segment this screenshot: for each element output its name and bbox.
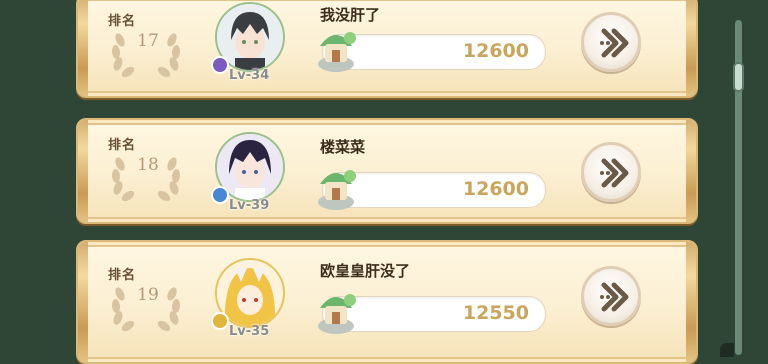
element-badge-icon [211,312,229,330]
rank-number: 19 [137,285,159,305]
rank-number: 17 [137,31,159,51]
view-profile-button[interactable] [581,142,641,202]
double-chevron-right-icon [600,282,629,312]
house-score-icon [318,294,356,334]
rank-row: 排名 17 Lv-34 我没肝了 12600 [76,0,698,98]
element-badge-icon [211,56,229,74]
rank-number: 18 [137,155,159,175]
score-value: 12600 [462,40,529,62]
player-level: Lv-34 [229,68,270,83]
house-score-icon [318,170,356,210]
player-level: Lv-39 [229,198,270,213]
view-profile-button[interactable] [581,266,641,326]
element-badge-icon [211,186,229,204]
player-avatar[interactable]: Lv-34 [211,2,285,83]
player-name: 欧皇皇肝没了 [320,262,411,280]
player-avatar[interactable]: Lv-39 [211,132,285,213]
score-value: 12550 [462,302,529,324]
house-score-icon [318,32,356,72]
double-chevron-right-icon [600,158,629,188]
scrollbar-thumb[interactable] [733,62,744,92]
view-profile-button[interactable] [581,12,641,72]
rank-row: 排名 18 Lv-39 楼菜菜 12600 [76,118,698,224]
rank-row: 排名 19 Lv-35 欧皇皇肝没了 12550 [76,240,698,364]
player-avatar[interactable]: Lv-35 [211,258,285,339]
score-value: 12600 [462,178,529,200]
player-level: Lv-35 [229,324,270,339]
player-name: 我没肝了 [320,6,381,24]
double-chevron-right-icon [600,28,629,58]
player-name: 楼菜菜 [320,138,366,156]
